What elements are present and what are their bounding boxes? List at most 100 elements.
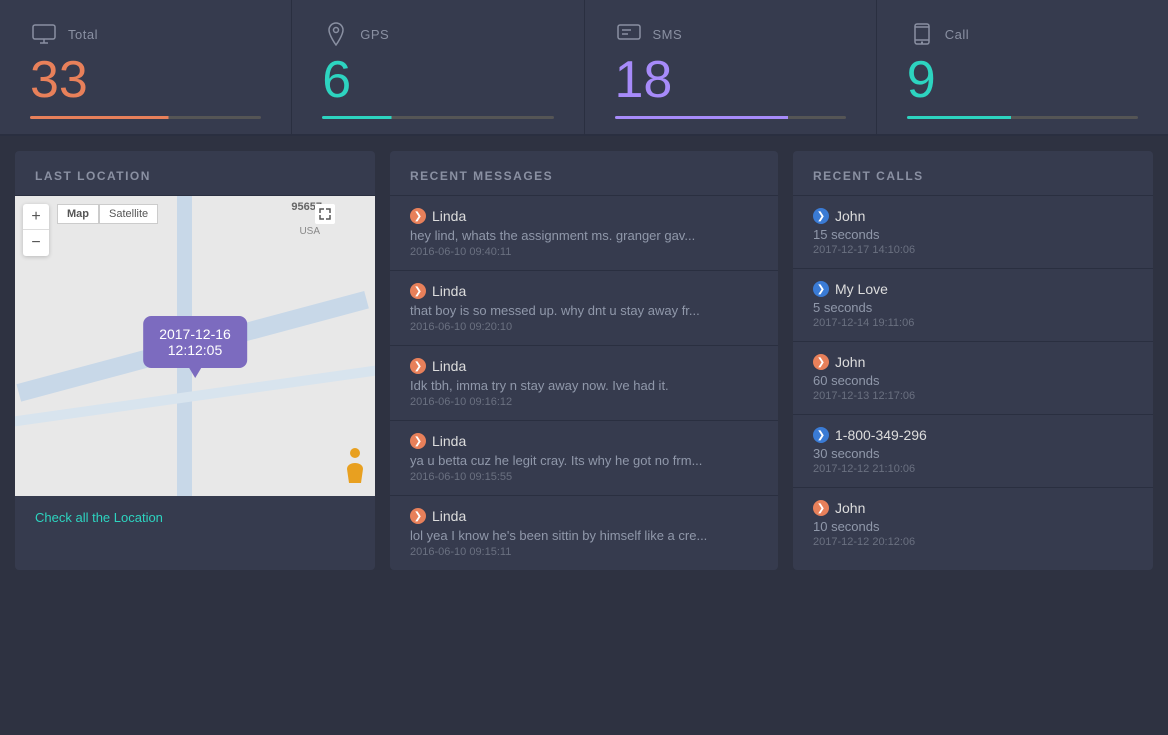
call-direction-icon: ❯ — [813, 427, 829, 443]
call-direction-icon: ❯ — [813, 208, 829, 224]
recent-messages-title: RECENT MESSAGES — [390, 151, 778, 196]
stat-value-gps: 6 — [322, 54, 553, 106]
stat-bar-sms — [615, 116, 846, 119]
message-icon — [615, 20, 643, 48]
calls-list: ❯ John 15 seconds 2017-12-17 14:10:06 ❯ … — [793, 196, 1153, 560]
call-contact-name: John — [835, 500, 865, 516]
message-time: 2016-06-10 09:15:55 — [410, 471, 758, 483]
stat-label-gps: GPS — [360, 27, 389, 42]
recent-messages-panel: RECENT MESSAGES ❯ Linda hey lind, whats … — [390, 151, 778, 570]
message-contact-row: ❯ Linda — [410, 433, 758, 449]
call-duration: 60 seconds — [813, 373, 1133, 388]
message-contact-name: Linda — [432, 208, 466, 224]
call-item: ❯ John 60 seconds 2017-12-13 12:17:06 — [793, 342, 1153, 415]
map-type-map-button[interactable]: Map — [57, 204, 99, 224]
stat-bar-call — [907, 116, 1138, 119]
map-pin-icon — [322, 20, 350, 48]
last-location-panel: LAST LOCATION 95657, USA 2017-12-16 12:1… — [15, 151, 375, 570]
message-text: that boy is so messed up. why dnt u stay… — [410, 303, 710, 318]
stats-bar: Total 33 GPS 6 SM — [0, 0, 1168, 136]
stat-bar-total — [30, 116, 261, 119]
message-direction-icon: ❯ — [410, 283, 426, 299]
messages-list: ❯ Linda hey lind, whats the assignment m… — [390, 196, 778, 570]
stat-bar-gps — [322, 116, 553, 119]
stat-label-sms: SMS — [653, 27, 683, 42]
call-time: 2017-12-14 19:11:06 — [813, 317, 1133, 329]
stat-value-sms: 18 — [615, 54, 846, 106]
map-background: 95657, USA 2017-12-16 12:12:05 + − Map — [15, 196, 375, 496]
message-direction-icon: ❯ — [410, 433, 426, 449]
map-expand-button[interactable] — [315, 204, 335, 224]
map-marker: 2017-12-16 12:12:05 — [143, 316, 247, 368]
message-contact-name: Linda — [432, 358, 466, 374]
marker-bubble: 2017-12-16 12:12:05 — [143, 316, 247, 368]
message-item: ❯ Linda ya u betta cuz he legit cray. It… — [390, 421, 778, 496]
message-text: hey lind, whats the assignment ms. grang… — [410, 228, 710, 243]
recent-calls-panel: RECENT CALLS ❯ John 15 seconds 2017-12-1… — [793, 151, 1153, 570]
stat-card-gps: GPS 6 — [292, 0, 584, 134]
stat-value-call: 9 — [907, 54, 1138, 106]
monitor-icon — [30, 20, 58, 48]
call-duration: 5 seconds — [813, 300, 1133, 315]
call-contact-name: 1-800-349-296 — [835, 427, 927, 443]
call-direction-icon: ❯ — [813, 281, 829, 297]
call-item: ❯ John 10 seconds 2017-12-12 20:12:06 — [793, 488, 1153, 560]
call-item: ❯ John 15 seconds 2017-12-17 14:10:06 — [793, 196, 1153, 269]
zoom-out-button[interactable]: − — [23, 230, 49, 256]
call-contact-name: John — [835, 208, 865, 224]
call-direction-icon: ❯ — [813, 354, 829, 370]
message-contact-row: ❯ Linda — [410, 208, 758, 224]
check-location-link[interactable]: Check all the Location — [15, 496, 375, 539]
message-contact-row: ❯ Linda — [410, 283, 758, 299]
phone-icon — [907, 20, 935, 48]
stat-card-call: Call 9 — [877, 0, 1168, 134]
call-contact-row: ❯ 1-800-349-296 — [813, 427, 1133, 443]
message-contact-name: Linda — [432, 508, 466, 524]
call-contact-row: ❯ John — [813, 354, 1133, 370]
message-item: ❯ Linda lol yea I know he's been sittin … — [390, 496, 778, 570]
call-duration: 10 seconds — [813, 519, 1133, 534]
map-type-controls: Map Satellite — [57, 204, 158, 224]
zoom-in-button[interactable]: + — [23, 204, 49, 230]
last-location-title: LAST LOCATION — [15, 151, 375, 196]
call-duration: 15 seconds — [813, 227, 1133, 242]
call-time: 2017-12-12 21:10:06 — [813, 463, 1133, 475]
call-contact-row: ❯ John — [813, 208, 1133, 224]
call-contact-name: John — [835, 354, 865, 370]
call-contact-row: ❯ My Love — [813, 281, 1133, 297]
message-contact-row: ❯ Linda — [410, 508, 758, 524]
call-item: ❯ My Love 5 seconds 2017-12-14 19:11:06 — [793, 269, 1153, 342]
message-text: lol yea I know he's been sittin by himse… — [410, 528, 710, 543]
message-text: Idk tbh, imma try n stay away now. Ive h… — [410, 378, 710, 393]
stat-value-total: 33 — [30, 54, 261, 106]
person-icon — [343, 447, 367, 471]
call-contact-row: ❯ John — [813, 500, 1133, 516]
call-contact-name: My Love — [835, 281, 888, 297]
message-item: ❯ Linda hey lind, whats the assignment m… — [390, 196, 778, 271]
message-direction-icon: ❯ — [410, 508, 426, 524]
stat-card-sms: SMS 18 — [585, 0, 877, 134]
call-item: ❯ 1-800-349-296 30 seconds 2017-12-12 21… — [793, 415, 1153, 488]
call-duration: 30 seconds — [813, 446, 1133, 461]
map-container: 95657, USA 2017-12-16 12:12:05 + − Map — [15, 196, 375, 496]
message-item: ❯ Linda Idk tbh, imma try n stay away no… — [390, 346, 778, 421]
stat-label-call: Call — [945, 27, 969, 42]
recent-calls-title: RECENT CALLS — [793, 151, 1153, 196]
message-contact-row: ❯ Linda — [410, 358, 758, 374]
map-type-satellite-button[interactable]: Satellite — [99, 204, 158, 224]
map-zoom-controls: + − — [23, 204, 49, 256]
message-text: ya u betta cuz he legit cray. Its why he… — [410, 453, 710, 468]
stat-card-total: Total 33 — [0, 0, 292, 134]
call-time: 2017-12-17 14:10:06 — [813, 244, 1133, 256]
call-time: 2017-12-13 12:17:06 — [813, 390, 1133, 402]
message-time: 2016-06-10 09:15:11 — [410, 546, 758, 558]
main-content: LAST LOCATION 95657, USA 2017-12-16 12:1… — [0, 136, 1168, 585]
message-direction-icon: ❯ — [410, 358, 426, 374]
marker-date: 2017-12-16 — [159, 326, 231, 342]
message-time: 2016-06-10 09:16:12 — [410, 396, 758, 408]
map-country-label: USA — [299, 226, 320, 237]
message-item: ❯ Linda that boy is so messed up. why dn… — [390, 271, 778, 346]
message-contact-name: Linda — [432, 283, 466, 299]
message-time: 2016-06-10 09:20:10 — [410, 321, 758, 333]
marker-time: 12:12:05 — [159, 342, 231, 358]
